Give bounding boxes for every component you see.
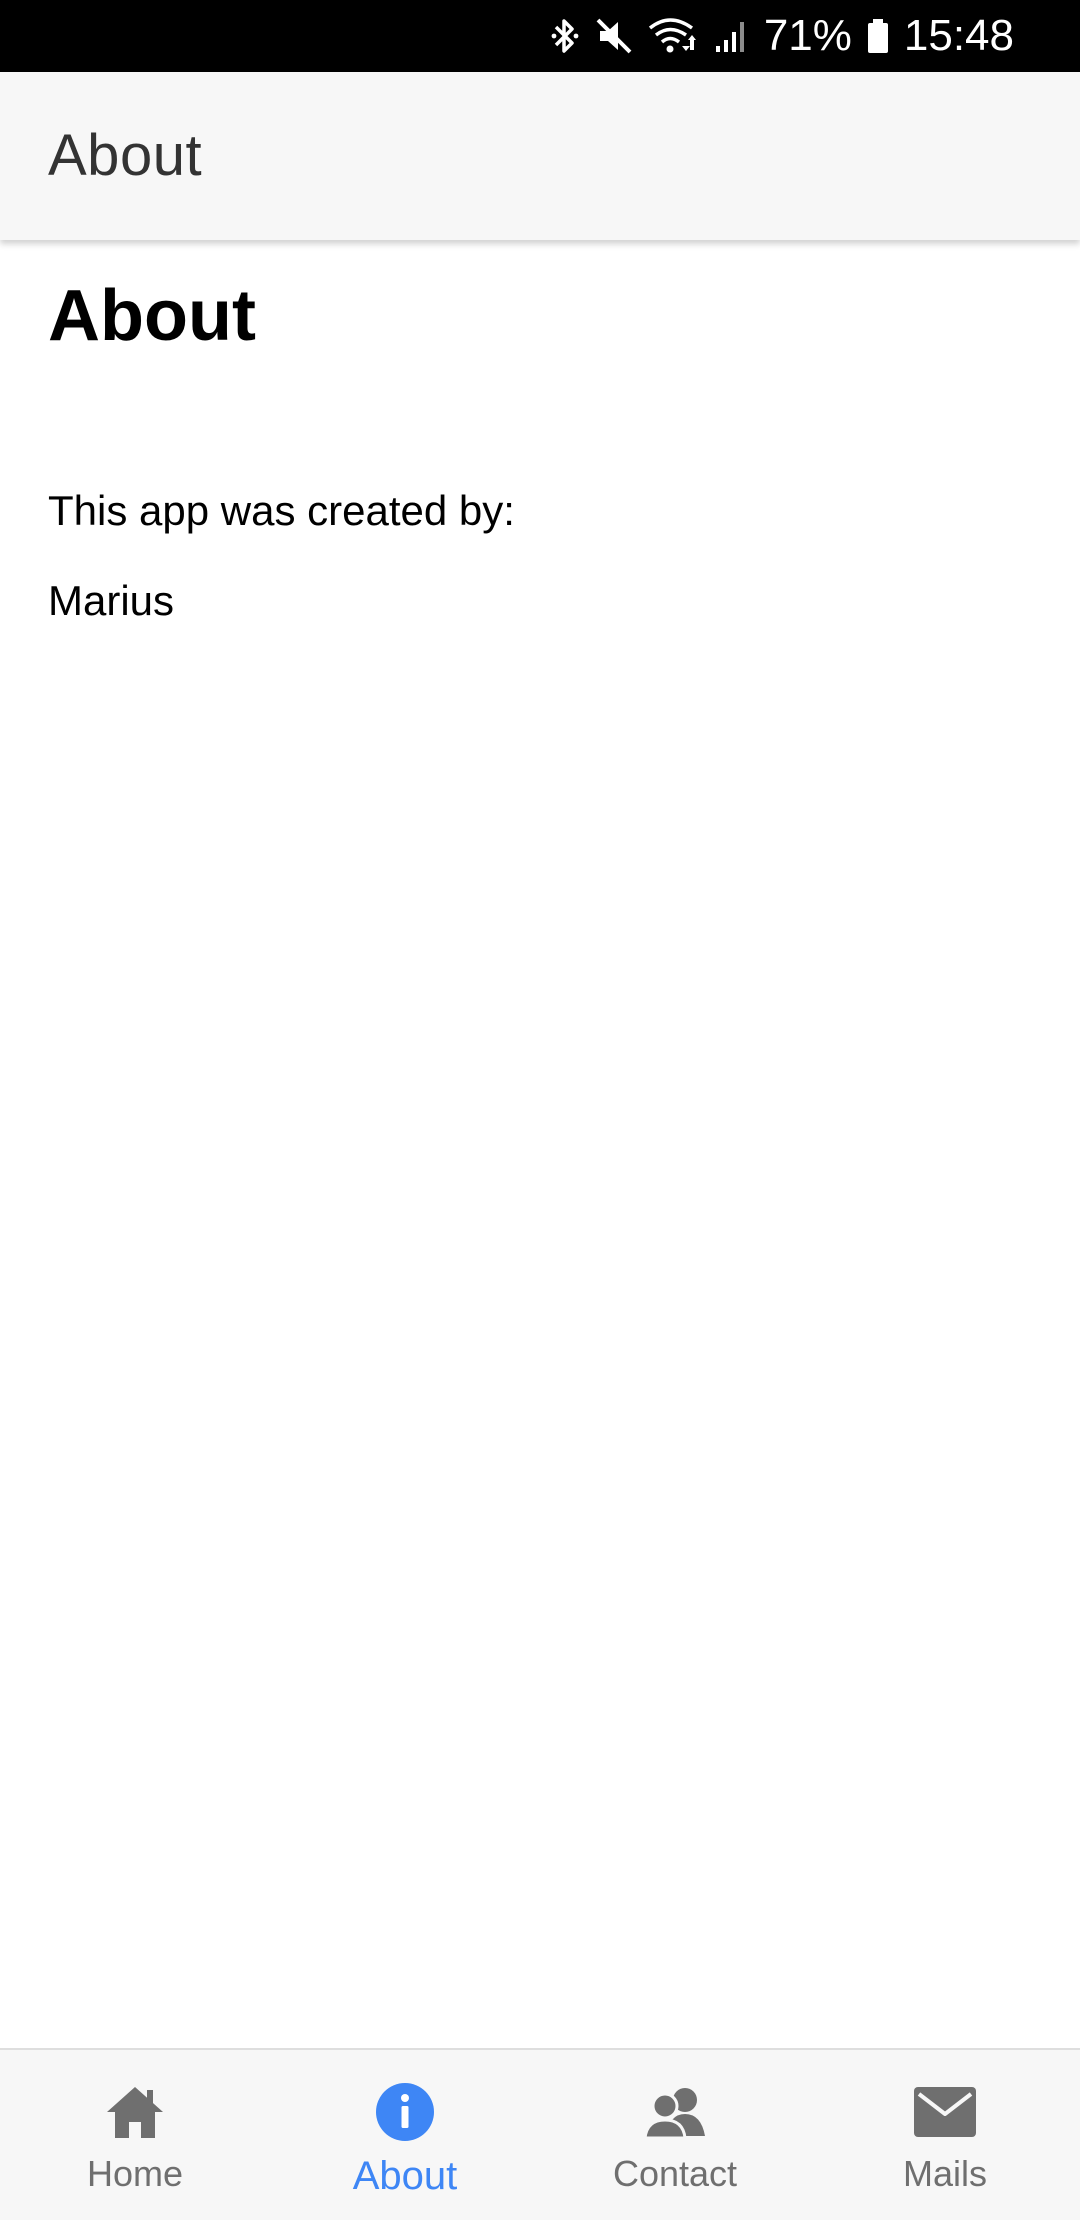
tab-about[interactable]: About bbox=[270, 2050, 540, 2220]
bluetooth-icon bbox=[550, 0, 580, 72]
app-bar-title: About bbox=[48, 123, 203, 188]
tab-home[interactable]: Home bbox=[0, 2050, 270, 2220]
tab-about-label: About bbox=[352, 2154, 458, 2198]
author-name: Marius bbox=[48, 577, 175, 624]
mail-icon bbox=[913, 2080, 977, 2144]
signal-icon bbox=[714, 0, 750, 72]
status-bar: 71% 15:48 bbox=[0, 0, 1080, 72]
status-time: 15:48 bbox=[903, 11, 1014, 60]
battery-icon bbox=[866, 0, 890, 72]
tab-mails[interactable]: Mails bbox=[810, 2050, 1080, 2220]
bottom-tab-bar: Home About Contact Mails bbox=[0, 2048, 1080, 2220]
tab-home-label: Home bbox=[86, 2153, 184, 2194]
tab-mails-label: Mails bbox=[902, 2153, 987, 2194]
status-icons: 71% 15:48 bbox=[550, 0, 1014, 72]
created-by-text: This app was created by: bbox=[48, 487, 515, 534]
tab-contact-label: Contact bbox=[612, 2153, 738, 2194]
mute-icon bbox=[594, 0, 634, 72]
page-heading: About bbox=[48, 276, 256, 356]
wifi-icon bbox=[648, 0, 700, 72]
contact-icon bbox=[643, 2080, 707, 2144]
app-bar: About bbox=[0, 72, 1080, 240]
info-icon bbox=[373, 2080, 437, 2144]
battery-percent: 71% bbox=[763, 11, 852, 60]
home-icon bbox=[103, 2080, 167, 2144]
tab-contact[interactable]: Contact bbox=[540, 2050, 810, 2220]
